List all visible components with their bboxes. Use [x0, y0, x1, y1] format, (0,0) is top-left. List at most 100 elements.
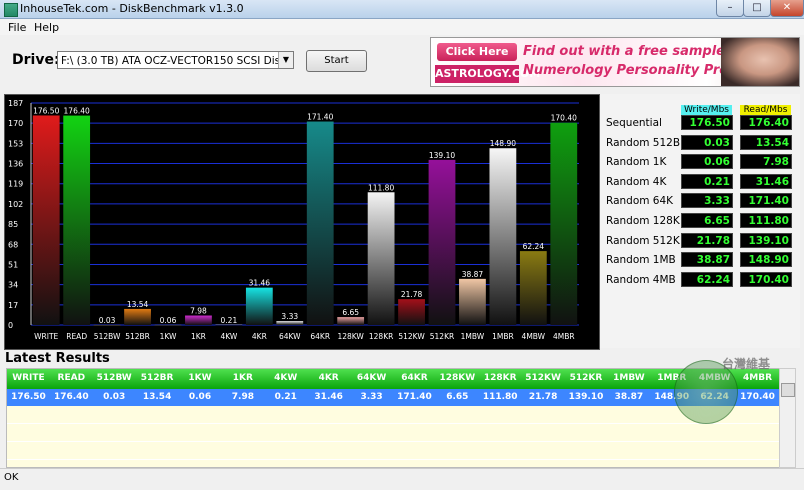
chart-bar [245, 287, 273, 325]
app-icon [4, 3, 18, 17]
drive-select-value: F:\ (3.0 TB) ATA OCZ-VECTOR150 SCSI Disk… [61, 55, 294, 67]
scrollbar-thumb[interactable] [781, 383, 795, 397]
result-row-label: Random 4MB [606, 273, 676, 286]
menu-file[interactable]: File [8, 21, 26, 34]
x-tick-label: 128KW [337, 332, 364, 341]
bar-value-label: 170.40 [551, 114, 577, 123]
bar-value-label: 38.87 [462, 270, 484, 279]
chart-bar [306, 121, 334, 325]
table-cell: 176.50 [11, 392, 46, 402]
read-value: 148.90 [740, 252, 792, 268]
chevron-down-icon[interactable]: ▼ [278, 52, 293, 68]
table-cell: 0.03 [103, 392, 126, 402]
chart-svg: 0 17 34 51 68 85 102 119 136 153 170 187 176.50 WRITE… [8, 99, 579, 341]
table-cell: 13.54 [142, 392, 172, 402]
bar-value-label: 171.40 [307, 113, 333, 122]
write-value: 38.87 [681, 252, 733, 268]
table-cell: 111.80 [482, 392, 518, 402]
write-value: 21.78 [681, 232, 733, 248]
bar-value-label: 0.21 [221, 316, 238, 325]
chart-bar [489, 148, 517, 325]
x-tick-label: 512KW [398, 332, 425, 341]
bar-value-label: 139.10 [429, 151, 455, 160]
chart-bar [93, 324, 121, 326]
ad-click-here-button[interactable]: Click Here [437, 43, 517, 61]
ad-brand-logo: ASTROLOGY.COM [435, 65, 540, 83]
write-value: 0.06 [681, 154, 733, 170]
column-header[interactable]: 1KR [221, 373, 264, 383]
maximize-button[interactable]: □ [743, 0, 771, 17]
drive-select[interactable]: F:\ (3.0 TB) ATA OCZ-VECTOR150 SCSI Disk… [57, 51, 294, 69]
column-header[interactable]: 128KR [479, 373, 522, 383]
latest-results-grid[interactable]: WRITE READ 512BW 512BR 1KW 1KR 4KW 4KR 64KW 64KR 1… [6, 368, 780, 468]
table-cell: 6.65 [446, 392, 469, 402]
ad-photo [721, 38, 799, 86]
x-tick-label: 4MBW [522, 332, 546, 341]
y-tick-label: 68 [8, 240, 18, 249]
menu-help[interactable]: Help [34, 21, 59, 34]
table-cell: 3.33 [360, 392, 383, 402]
chart-bar [276, 321, 304, 325]
column-header[interactable]: 4MBR [736, 373, 779, 383]
bar-value-label: 3.33 [281, 312, 298, 321]
column-header[interactable]: 1MBW [607, 373, 650, 383]
start-button[interactable]: Start [306, 50, 367, 72]
y-tick-label: 51 [8, 260, 18, 269]
chart-bar [124, 308, 151, 325]
table-row[interactable]: 176.50 176.40 0.03 13.54 0.06 7.98 0.21 31.46 3.… [7, 389, 779, 406]
chart-bar [367, 192, 395, 325]
column-header[interactable]: 64KR [393, 373, 436, 383]
vertical-scrollbar[interactable] [779, 368, 796, 468]
column-header[interactable]: 1KW [179, 373, 222, 383]
bar-value-label: 7.98 [190, 307, 207, 316]
column-header[interactable]: READ [50, 373, 93, 383]
result-row-label: Random 4K [606, 175, 667, 188]
x-tick-label: 64KW [279, 332, 301, 341]
result-row-label: Random 512B [606, 136, 681, 149]
result-row-label: Sequential [606, 117, 662, 129]
chart-bar [185, 315, 212, 325]
bar-value-label: 31.46 [249, 279, 271, 288]
read-value: 13.54 [740, 134, 792, 150]
window-title: InhouseTek.com - DiskBenchmark v1.3.0 [20, 2, 244, 15]
table-cell: 0.06 [188, 392, 212, 402]
bar-value-label: 0.03 [99, 316, 116, 325]
column-header[interactable]: 512KW [522, 373, 565, 383]
write-value: 176.50 [681, 115, 733, 130]
table-cell: 7.98 [231, 392, 254, 402]
y-tick-label: 170 [8, 119, 23, 128]
chart-bar [63, 115, 91, 325]
ad-headline: Find out with a free sample [523, 44, 725, 59]
column-header[interactable]: 64KW [350, 373, 393, 383]
bar-value-label: 176.50 [33, 106, 59, 115]
table-cell: 0.21 [274, 392, 297, 402]
result-row-label: Random 128K [606, 215, 680, 227]
minimize-button[interactable]: – [716, 0, 744, 17]
column-header[interactable]: WRITE [7, 373, 50, 383]
x-tick-label: 512BW [94, 332, 121, 341]
column-header[interactable]: 4KW [264, 373, 307, 383]
result-row-label: Random 64K [606, 195, 674, 208]
status-bar: OK [0, 468, 804, 490]
close-button[interactable]: ✕ [770, 0, 804, 17]
column-header[interactable]: 512BW [93, 373, 136, 383]
chart-bar [337, 317, 365, 325]
ad-banner[interactable]: Click Here ASTROLOGY.COM Find out with a… [430, 37, 800, 87]
chart-bar [215, 324, 243, 326]
x-tick-label: 1MBW [461, 332, 485, 341]
bar-value-label: 62.24 [523, 242, 545, 251]
column-header[interactable]: 512BR [136, 373, 179, 383]
table-cell: 176.40 [53, 392, 89, 402]
y-tick-label: 187 [8, 99, 23, 108]
column-header[interactable]: 128KW [436, 373, 479, 383]
bar-value-label: 21.78 [401, 290, 423, 299]
y-tick-label: 102 [8, 200, 23, 209]
y-tick-label: 0 [8, 321, 13, 330]
bar-value-label: 13.54 [127, 300, 149, 309]
column-header[interactable]: 512KR [565, 373, 608, 383]
table-cell: 31.46 [314, 392, 343, 402]
column-header[interactable]: 4KR [307, 373, 350, 383]
y-tick-label: 17 [8, 301, 18, 310]
title-bar: InhouseTek.com - DiskBenchmark v1.3.0 – … [0, 0, 804, 19]
latest-results-title: Latest Results [5, 351, 110, 366]
